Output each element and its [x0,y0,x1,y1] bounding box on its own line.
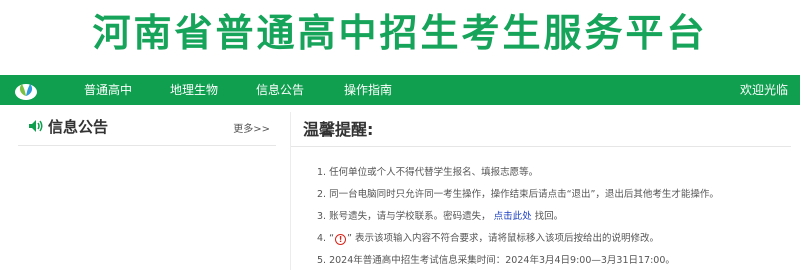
tip-item: 1. 任何单位或个人不得代替学生报名、填报志愿等。 [317,167,539,178]
site-title: 河南省普通高中招生考生服务平台 [92,11,708,55]
warning-icon: ! [335,234,347,245]
more-link[interactable]: 更多>> [233,120,270,135]
tip-text: 3. 账号遗失，请与学校联系。密码遗失， [317,211,491,222]
nav-item-guide[interactable]: 操作指南 [344,75,392,105]
tip-text: ” 表示该项输入内容不符合要求，请将鼠标移入该项后按给出的说明修改。 [347,233,659,244]
tip-text: 找回。 [534,211,564,222]
announcement-header: 信息公告 更多>> [18,112,276,146]
header-banner: 河南省普通高中招生考生服务平台 [0,0,800,75]
nav-item-high-school[interactable]: 普通高中 [84,75,132,105]
main-nav: 普通高中 地理生物 信息公告 操作指南 欢迎光临 [0,75,800,105]
recover-password-link[interactable]: 点击此处 [494,211,532,222]
divider [291,146,791,147]
logo-icon [15,84,37,100]
speaker-icon [29,120,43,132]
announcement-title: 信息公告 [48,118,109,136]
tip-item: 5. 2024年普通高中招生考试信息采集时间：2024年3月4日9:00—3月3… [317,255,675,266]
reminder-panel: 温馨提醒: 1. 任何单位或个人不得代替学生报名、填报志愿等。 2. 同一台电脑… [290,112,791,270]
nav-item-geo-bio[interactable]: 地理生物 [170,75,218,105]
tip-item: 3. 账号遗失，请与学校联系。密码遗失， 点击此处 找回。 [317,208,563,222]
tip-item: 2. 同一台电脑同时只允许同一考生操作，操作结束后请点击“退出”，退出后其他考生… [317,189,719,200]
announcement-panel: 信息公告 更多>> [18,112,276,270]
reminder-title: 温馨提醒: [303,120,374,139]
welcome-text: 欢迎光临 [739,83,788,97]
nav-item-announcements[interactable]: 信息公告 [256,75,304,105]
tip-item: 4. “!” 表示该项输入内容不符合要求，请将鼠标移入该项后按给出的说明修改。 [317,230,659,245]
tip-text: 4. “ [317,233,335,244]
